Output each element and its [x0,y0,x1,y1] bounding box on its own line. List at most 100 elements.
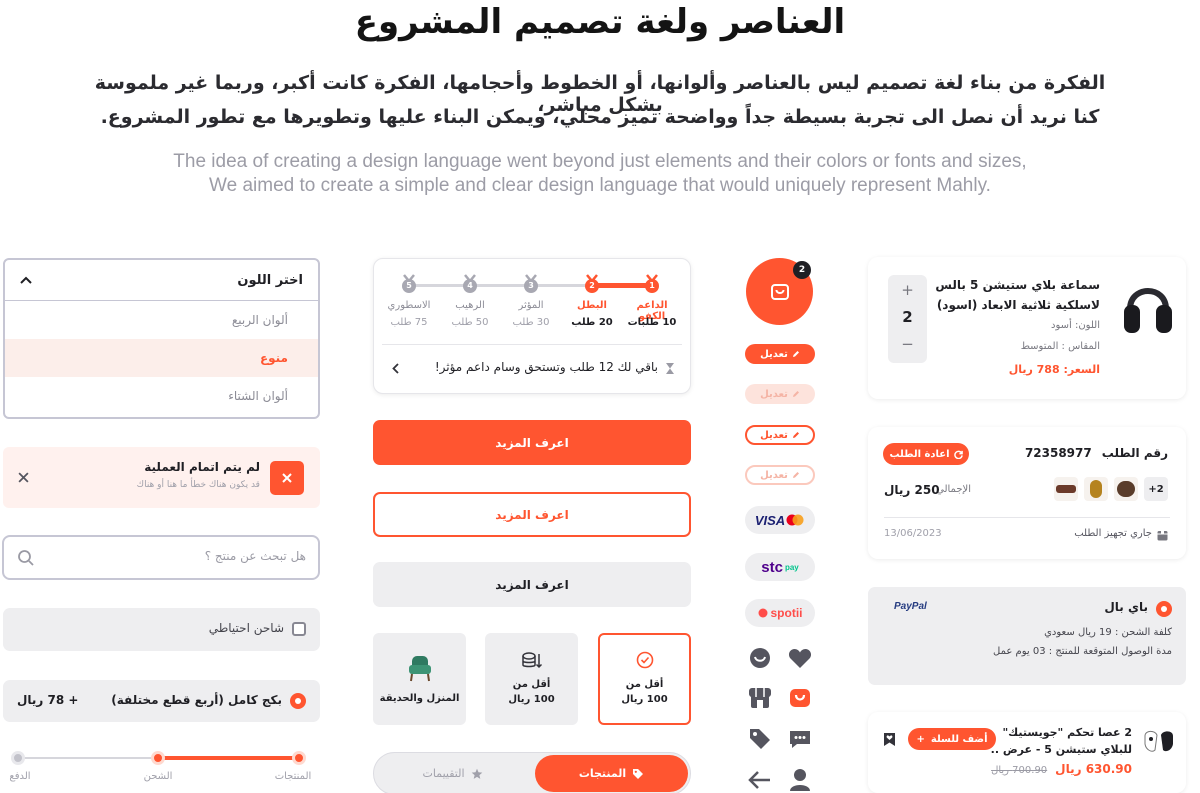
order-total-label: الإجمالي [936,484,971,495]
pencil-icon [792,351,799,357]
product-price: السعر: 788 ريال [1008,363,1100,376]
outline-button[interactable]: اعرف المزيد [373,492,691,537]
heart-icon[interactable] [780,643,820,673]
price-filter-tile[interactable]: أقل من 100 ريال [485,633,578,725]
paypal-title: باي بال [1104,600,1148,614]
spotii-icon [758,608,767,618]
qty-increase-button[interactable]: + [888,281,927,299]
tier-name: المؤثر [518,300,544,311]
qty-decrease-button[interactable]: − [888,335,927,353]
price-filter-tile-selected[interactable]: أقل من 100 ريال [598,633,691,725]
search-input[interactable]: هل تبحث عن منتج ؟ [2,535,320,580]
stepper-progress [158,756,299,760]
stc-pay-label: pay [784,562,799,572]
radio-selected[interactable] [1156,601,1172,617]
hourglass-icon [666,363,674,374]
close-icon[interactable] [18,472,29,483]
edit-pill-disabled: تعديل [745,384,815,404]
visa-mastercard-badge[interactable]: VISA [745,506,815,534]
product-color: اللون: أسود [1051,320,1100,331]
tier-medal-icon: 3 [522,274,540,294]
plus-icon: + [916,733,925,745]
smile-icon[interactable] [740,643,780,673]
error-alert: لم يتم اتمام العملية قد يكون هناك خطأ ما… [3,447,320,508]
dropdown-option-selected[interactable]: منوع [5,339,318,377]
intro-ar-line-2: كنا نريد أن نصل الى تجربة بسيطة جداً ووا… [100,106,1100,128]
secondary-button[interactable]: اعرف المزيد [373,562,691,607]
primary-button[interactable]: اعرف المزيد [373,420,691,465]
bookmark-heart-icon[interactable] [883,732,896,747]
tier-name: البطل [577,300,607,311]
category-tile-home-garden[interactable]: المنزل والحديقة [373,633,466,725]
step-dot-payment[interactable] [11,751,25,765]
tier-count: 50 طلب [451,317,489,328]
armchair-icon [408,655,431,681]
pencil-icon [792,472,799,478]
order-total: 250 ريال [884,483,940,497]
chat-icon[interactable] [780,724,820,754]
tier-medal-icon: 4 [461,274,479,294]
step-dot-shipping[interactable] [151,751,165,765]
shopping-bag-icon[interactable] [780,683,820,713]
intro-en-line-1: The idea of creating a design language w… [173,151,1027,172]
headphones-image [1124,288,1172,333]
order-item-thumbs: +2 [1054,477,1168,501]
reorder-button[interactable]: اعادة الطلب [883,443,969,465]
package-box-icon [1157,531,1168,541]
radio-selected[interactable] [290,693,306,709]
tier-number: 4 [467,281,473,290]
arrow-left-icon[interactable] [740,765,780,793]
loyalty-tiers-card: 1 الداعم الكفو 10 طلبات 2 البطل 20 طلب 3 المؤثر… [373,258,691,394]
step-dot-products[interactable] [292,751,306,765]
checkbox-box[interactable] [292,622,306,636]
color-dropdown: اختر اللون ألوان الربيع منوع ألوان الشتا… [3,258,320,419]
tier-count: 30 طلب [512,317,550,328]
qty-value: 2 [902,308,913,326]
paypal-delivery: مدة الوصول المتوقعة للمنتج : 03 يوم عمل [993,646,1172,657]
tier-medal-icon: 5 [400,274,418,294]
tab-reviews[interactable]: التقييمات [376,755,529,792]
deal-price: 630.90 ريال [1055,762,1132,776]
spotii-logo: spotii [770,606,803,620]
order-thumb [1114,477,1138,501]
tier-number: 3 [528,281,534,290]
order-number: رقم الطلب 72358977 [1024,446,1168,460]
chevron-left-icon[interactable] [392,363,399,374]
paypal-option[interactable]: باي بال PayPal كلفة الشحن : 19 ريال سعود… [868,587,1186,685]
tab-products[interactable]: المنتجات [535,755,688,792]
deal-title: 2 عصا تحكم "جويستيك" للبلاي ستيشن 5 - عر… [990,726,1132,756]
tier-medal-icon: 2 [583,274,601,294]
edit-pill-outline-disabled: تعديل [745,465,815,485]
tier-count: 75 طلب [390,317,428,328]
dropdown-option[interactable]: ألوان الربيع [5,301,318,339]
order-status: جاري تجهيز الطلب [1074,528,1152,539]
error-subtitle: قد يكون هناك خطأ ما هنا أو هناك [136,480,260,490]
page-title: العناصر ولغة تصميم المشروع [354,2,846,42]
edit-pill-filled[interactable]: تعديل [745,344,815,364]
stc-logo: stc [761,558,783,576]
package-price: + 78 ريال [17,693,79,707]
tier-number: 2 [589,281,595,290]
package-option[interactable]: بكج كامل (أربع قطع مختلفة) + 78 ريال [3,680,320,722]
paypal-shipping: كلفة الشحن : 19 ريال سعودي [1044,627,1172,638]
check-circle-icon [636,651,653,669]
edit-pill-outline[interactable]: تعديل [745,425,815,445]
store-icon[interactable] [740,683,780,713]
tier-medal-icon: 1 [643,274,661,294]
tag-icon[interactable] [740,724,780,754]
spotii-badge[interactable]: spotii [745,599,815,627]
dropdown-header[interactable]: اختر اللون [5,260,318,301]
dropdown-option[interactable]: ألوان الشتاء [5,377,318,415]
stc-pay-badge[interactable]: stc pay [745,553,815,581]
tier-number: 5 [406,281,412,290]
star-icon [471,768,482,779]
product-size: المقاس : المتوسط [1020,341,1100,352]
add-to-cart-button[interactable]: أضف للسلة + [908,728,996,750]
tabs-switch: المنتجات التقييمات [373,752,691,793]
user-icon[interactable] [780,765,820,793]
deal-prices: 630.90 ريال 700.90 ريال [991,762,1132,776]
search-placeholder: هل تبحث عن منتج ؟ [204,549,306,563]
backup-charger-checkbox[interactable]: شاحن احتياطي [3,608,320,651]
step-label-shipping: الشحن [143,771,173,782]
pencil-icon [792,391,799,397]
